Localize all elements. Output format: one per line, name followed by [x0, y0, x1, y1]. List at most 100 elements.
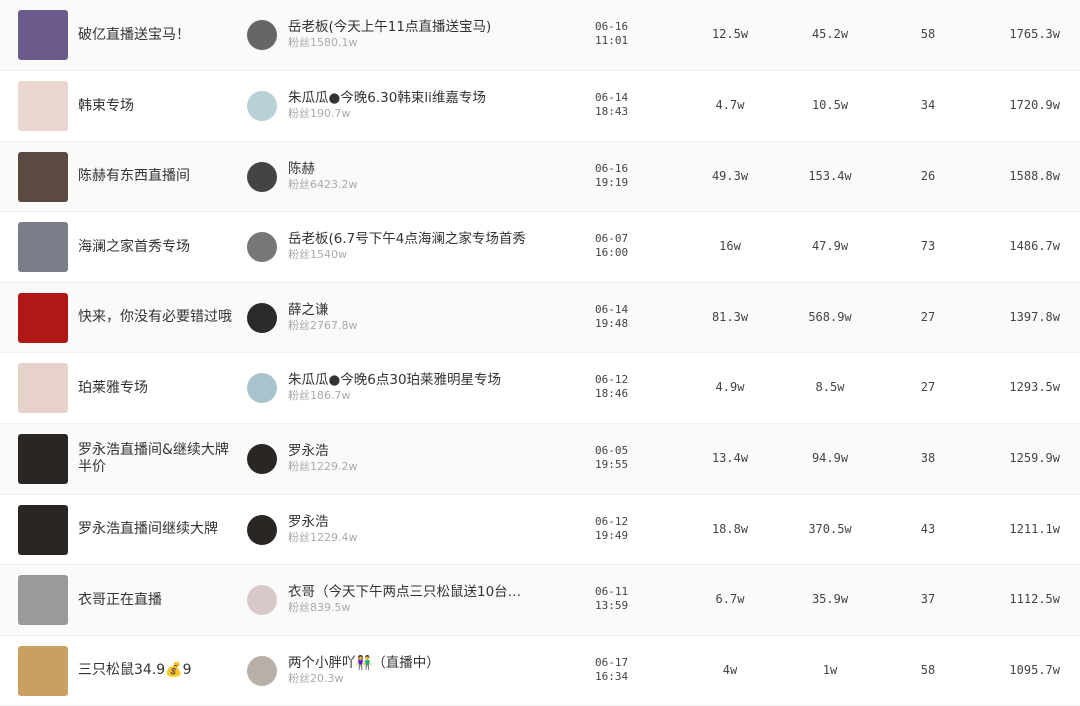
metric-col-2: 10.5w — [811, 98, 849, 112]
live-ranking-table: 破亿直播送宝马！ 岳老板(今天上午11点直播送宝马) 粉丝1580.1w 06-… — [0, 0, 1080, 706]
metric-col-2: 153.4w — [808, 168, 852, 183]
metric-col-4: 1293.5w — [1009, 380, 1060, 395]
table-row[interactable]: 快来，你没有必要错过哦 薛之谦 粉丝2767.8w 06-14 19:48 81.… — [0, 282, 1080, 354]
anchor-fans-count: 粉丝1229.2w — [288, 459, 358, 473]
metric-col-1: 16w — [719, 239, 741, 254]
start-datetime: 06-12 18:46 — [595, 373, 629, 401]
start-datetime: 06-14 18:43 — [595, 91, 629, 118]
live-cover-thumbnail[interactable] — [18, 81, 68, 131]
anchor-avatar[interactable] — [247, 232, 277, 263]
anchor-avatar[interactable] — [247, 161, 277, 192]
live-cover-thumbnail[interactable] — [18, 363, 68, 414]
metric-col-4: 1397.8w — [1009, 309, 1060, 324]
anchor-name[interactable]: 朱瓜瓜●今晚6.30韩束li维嘉专场 — [288, 86, 558, 106]
metric-col-3: 27 — [920, 309, 936, 324]
start-datetime: 06-11 13:59 — [595, 585, 629, 613]
metric-col-3: 37 — [920, 592, 936, 607]
live-title[interactable]: 衣哥正在直播 — [78, 579, 238, 621]
start-datetime: 06-16 11:01 — [595, 20, 629, 47]
anchor-fans-count: 粉丝1540w — [288, 248, 347, 262]
metric-col-3: 58 — [920, 662, 936, 677]
metric-col-1: 18.8w — [711, 521, 749, 536]
start-datetime: 06-17 16:34 — [595, 655, 629, 683]
table-row[interactable]: 珀莱雅专场 朱瓜瓜●今晚6点30珀莱雅明星专场 粉丝186.7w 06-12 18… — [0, 353, 1080, 424]
metric-col-4: 1211.1w — [1009, 521, 1060, 536]
metric-col-4: 1259.9w — [1009, 450, 1060, 465]
metric-col-2: 568.9w — [808, 309, 852, 324]
anchor-name[interactable]: 岳老板(6.7号下午4点海澜之家专场首秀 — [288, 227, 558, 247]
live-title[interactable]: 罗永浩直播间&继续大牌半价 — [78, 438, 238, 480]
anchor-avatar[interactable] — [247, 302, 277, 333]
live-cover-thumbnail[interactable] — [18, 10, 68, 60]
table-row[interactable]: 衣哥正在直播 衣哥（今天下午两点三只松鼠送10台… 粉丝839.5w 06-11… — [0, 565, 1080, 636]
table-row[interactable]: 海澜之家首秀专场 岳老板(6.7号下午4点海澜之家专场首秀 粉丝1540w 06… — [0, 212, 1080, 283]
metric-col-1: 6.7w — [715, 592, 745, 607]
metric-col-1: 4w — [722, 662, 738, 677]
metric-col-3: 43 — [920, 521, 936, 536]
anchor-fans-count: 粉丝20.3w — [288, 671, 344, 685]
anchor-name[interactable]: 罗永浩 — [288, 439, 558, 459]
anchor-name[interactable]: 薛之谦 — [288, 298, 558, 318]
anchor-name[interactable]: 岳老板(今天上午11点直播送宝马) — [288, 15, 558, 35]
live-cover-thumbnail[interactable] — [18, 645, 68, 696]
live-title[interactable]: 陈赫有东西直播间 — [78, 156, 238, 198]
anchor-avatar[interactable] — [247, 655, 277, 686]
metric-col-2: 94.9w — [811, 450, 849, 465]
metric-col-2: 1w — [822, 662, 838, 677]
metric-col-2: 370.5w — [808, 521, 852, 536]
live-title[interactable]: 三只松鼠34.9💰9 — [78, 650, 238, 692]
live-cover-thumbnail[interactable] — [18, 222, 68, 273]
anchor-fans-count: 粉丝2767.8w — [288, 318, 358, 332]
metric-col-3: 58 — [920, 27, 936, 41]
metric-col-4: 1720.9w — [1009, 98, 1060, 112]
table-row[interactable]: 三只松鼠34.9💰9 两个小胖吖👫（直播中） 粉丝20.3w 06-17 16:3… — [0, 636, 1080, 706]
live-title[interactable]: 韩束专场 — [78, 85, 238, 127]
anchor-avatar[interactable] — [247, 585, 277, 616]
metric-col-2: 8.5w — [815, 380, 845, 395]
metric-col-3: 27 — [920, 380, 936, 395]
metric-col-1: 13.4w — [711, 450, 749, 465]
live-title[interactable]: 罗永浩直播间继续大牌 — [78, 509, 238, 551]
table-row[interactable]: 陈赫有东西直播间 陈赫 粉丝6423.2w 06-16 19:19 49.3w 1… — [0, 141, 1080, 213]
anchor-fans-count: 粉丝1580.1w — [288, 36, 358, 49]
anchor-name[interactable]: 朱瓜瓜●今晚6点30珀莱雅明星专场 — [288, 368, 558, 388]
anchor-name[interactable]: 陈赫 — [288, 157, 558, 177]
metric-col-1: 4.9w — [715, 380, 745, 395]
metric-col-4: 1095.7w — [1009, 662, 1060, 677]
table-row[interactable]: 韩束专场 朱瓜瓜●今晚6.30韩束li维嘉专场 粉丝190.7w 06-14 18… — [0, 71, 1080, 142]
anchor-avatar[interactable] — [247, 91, 277, 121]
anchor-avatar[interactable] — [247, 514, 277, 545]
metric-col-2: 45.2w — [811, 27, 849, 41]
live-title[interactable]: 珀莱雅专场 — [78, 367, 238, 409]
metric-col-3: 34 — [920, 98, 936, 112]
anchor-name[interactable]: 衣哥（今天下午两点三只松鼠送10台… — [288, 580, 558, 600]
live-cover-thumbnail[interactable] — [18, 575, 68, 626]
metric-col-1: 49.3w — [711, 168, 749, 183]
anchor-fans-count: 粉丝839.5w — [288, 601, 351, 615]
anchor-name[interactable]: 两个小胖吖👫（直播中） — [288, 651, 558, 671]
live-title[interactable]: 破亿直播送宝马！ — [78, 14, 238, 56]
anchor-avatar[interactable] — [247, 20, 277, 50]
start-datetime: 06-05 19:55 — [595, 443, 629, 471]
live-title[interactable]: 海澜之家首秀专场 — [78, 226, 238, 268]
anchor-avatar[interactable] — [247, 373, 277, 404]
anchor-name[interactable]: 罗永浩 — [288, 510, 558, 530]
metric-col-4: 1588.8w — [1009, 168, 1060, 183]
anchor-avatar[interactable] — [247, 443, 277, 474]
metric-col-1: 81.3w — [711, 309, 749, 324]
live-cover-thumbnail[interactable] — [18, 151, 68, 202]
live-cover-thumbnail[interactable] — [18, 292, 68, 343]
start-datetime: 06-16 19:19 — [595, 161, 629, 189]
anchor-fans-count: 粉丝186.7w — [288, 389, 351, 403]
start-datetime: 06-12 19:49 — [595, 514, 629, 542]
anchor-fans-count: 粉丝190.7w — [288, 107, 351, 120]
metric-col-1: 12.5w — [711, 27, 749, 41]
live-cover-thumbnail[interactable] — [18, 433, 68, 484]
table-row[interactable]: 罗永浩直播间继续大牌 罗永浩 粉丝1229.4w 06-12 19:49 18.8… — [0, 495, 1080, 566]
table-row[interactable]: 破亿直播送宝马！ 岳老板(今天上午11点直播送宝马) 粉丝1580.1w 06-… — [0, 0, 1080, 71]
anchor-fans-count: 粉丝1229.4w — [288, 530, 358, 544]
table-row[interactable]: 罗永浩直播间&继续大牌半价 罗永浩 粉丝1229.2w 06-05 19:55 1… — [0, 423, 1080, 495]
live-title[interactable]: 快来，你没有必要错过哦 — [78, 297, 238, 339]
live-cover-thumbnail[interactable] — [18, 504, 68, 555]
metric-col-3: 26 — [920, 168, 936, 183]
